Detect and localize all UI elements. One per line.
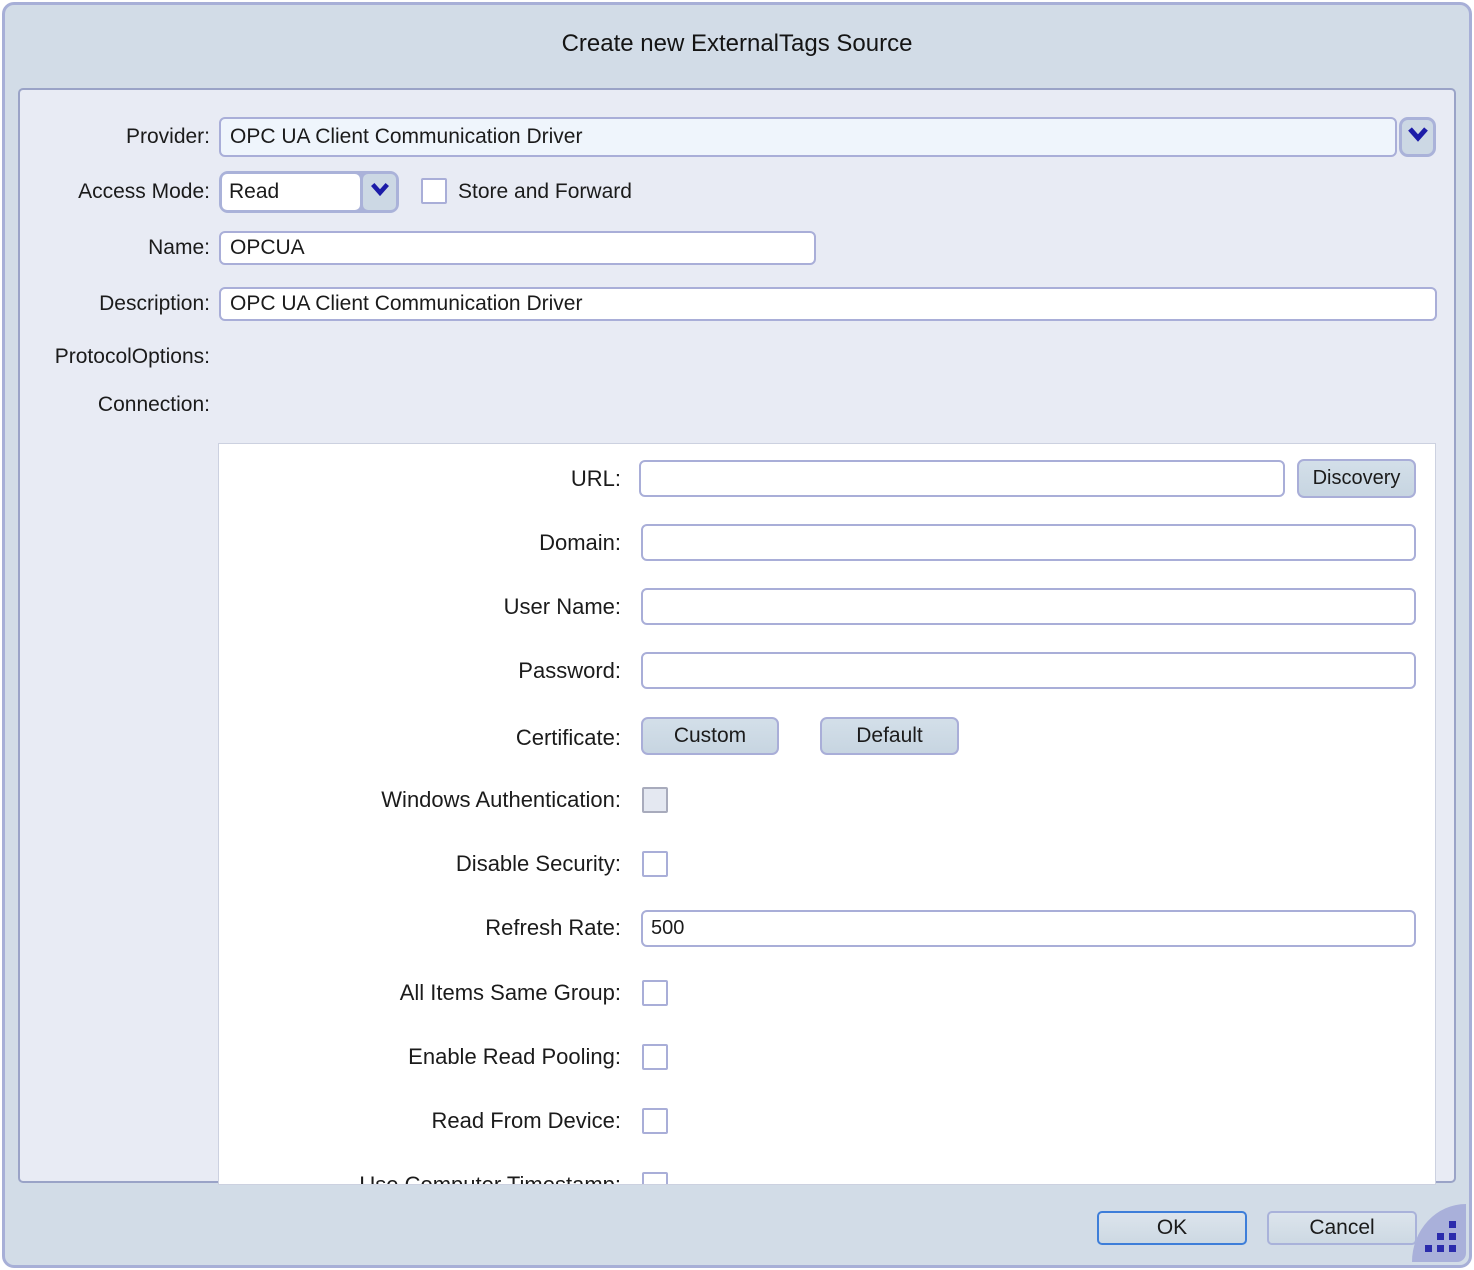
url-label: URL: (219, 462, 621, 496)
certificate-label: Certificate: (219, 721, 621, 755)
url-input[interactable] (639, 460, 1285, 497)
certificate-custom-button[interactable]: Custom (641, 717, 779, 755)
domain-label: Domain: (219, 526, 621, 560)
ok-button[interactable]: OK (1097, 1211, 1247, 1245)
grip-dot (1437, 1233, 1444, 1240)
access-mode-label: Access Mode: (30, 176, 210, 208)
disable-security-checkbox[interactable] (642, 851, 668, 877)
description-label: Description: (30, 288, 210, 320)
chevron-down-icon (1407, 127, 1429, 147)
disable-security-label: Disable Security: (219, 847, 621, 881)
access-mode-dropdown-button[interactable] (363, 174, 396, 210)
password-input[interactable] (641, 652, 1416, 689)
grip-dot (1449, 1245, 1456, 1252)
enable-read-pooling-label: Enable Read Pooling: (219, 1040, 621, 1074)
refresh-rate-input[interactable] (641, 910, 1416, 947)
description-input[interactable] (219, 287, 1437, 321)
use-computer-timestamp-label: Use Computer Timestamp: (219, 1168, 621, 1185)
connection-label: Connection: (30, 389, 210, 421)
dialog-screenshot: Create new ExternalTags Source Provider:… (0, 0, 1474, 1270)
access-mode-value: Read (222, 174, 360, 210)
grip-dot (1449, 1233, 1456, 1240)
name-label: Name: (30, 232, 210, 264)
password-label: Password: (219, 654, 621, 688)
read-from-device-label: Read From Device: (219, 1104, 621, 1138)
discovery-button[interactable]: Discovery (1297, 459, 1416, 498)
dialog-title: Create new ExternalTags Source (0, 30, 1474, 58)
provider-label: Provider: (30, 121, 210, 153)
grip-dot (1437, 1245, 1444, 1252)
grip-dot (1449, 1221, 1456, 1228)
certificate-default-button[interactable]: Default (820, 717, 959, 755)
provider-combobox[interactable]: OPC UA Client Communication Driver (219, 117, 1397, 157)
store-and-forward-label: Store and Forward (458, 176, 632, 208)
read-from-device-checkbox[interactable] (642, 1108, 668, 1134)
chevron-down-icon (370, 182, 390, 202)
all-items-same-group-checkbox[interactable] (642, 980, 668, 1006)
name-input[interactable] (219, 231, 816, 265)
refresh-rate-label: Refresh Rate: (219, 911, 621, 945)
user-name-input[interactable] (641, 588, 1416, 625)
cancel-button[interactable]: Cancel (1267, 1211, 1417, 1245)
all-items-same-group-label: All Items Same Group: (219, 976, 621, 1010)
windows-authentication-checkbox (642, 787, 668, 813)
access-mode-combobox[interactable]: Read (219, 171, 399, 213)
protocol-options-label: ProtocolOptions: (30, 341, 210, 373)
grip-dot (1425, 1245, 1432, 1252)
use-computer-timestamp-checkbox[interactable] (642, 1172, 668, 1185)
store-and-forward-checkbox[interactable] (421, 178, 447, 204)
enable-read-pooling-checkbox[interactable] (642, 1044, 668, 1070)
provider-dropdown-button[interactable] (1399, 117, 1436, 157)
resize-grip[interactable] (1412, 1204, 1466, 1262)
windows-authentication-label: Windows Authentication: (219, 783, 621, 817)
domain-input[interactable] (641, 524, 1416, 561)
connection-panel: URL: Discovery Domain: User Name: Passwo… (218, 443, 1436, 1185)
user-name-label: User Name: (219, 590, 621, 624)
